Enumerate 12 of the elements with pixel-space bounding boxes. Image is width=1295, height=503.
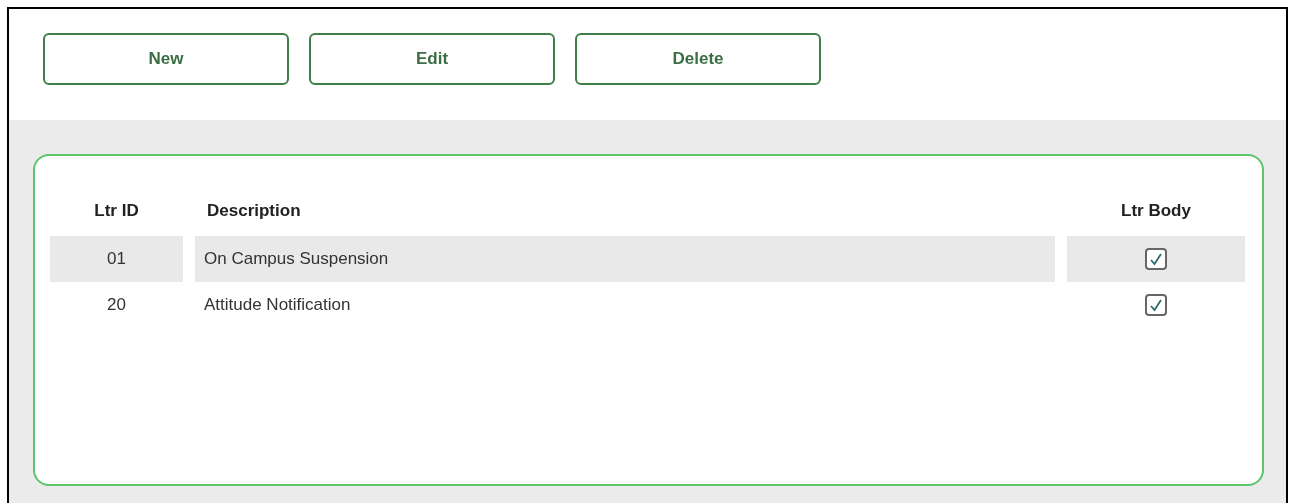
table-cell: 01 xyxy=(50,236,183,282)
column-header: Ltr Body xyxy=(1120,200,1192,223)
column-header: Ltr ID xyxy=(93,200,140,223)
table-cell: On Campus Suspension xyxy=(195,236,1055,282)
checkmark-icon xyxy=(1149,298,1163,312)
toolbar-button[interactable]: Edit xyxy=(309,33,555,85)
toolbar-button[interactable]: Delete xyxy=(575,33,821,85)
column-header: Description xyxy=(206,200,302,223)
toolbar-button[interactable]: New xyxy=(43,33,289,85)
checkbox[interactable] xyxy=(1145,294,1167,316)
checkbox[interactable] xyxy=(1145,248,1167,270)
checkmark-icon xyxy=(1149,252,1163,266)
